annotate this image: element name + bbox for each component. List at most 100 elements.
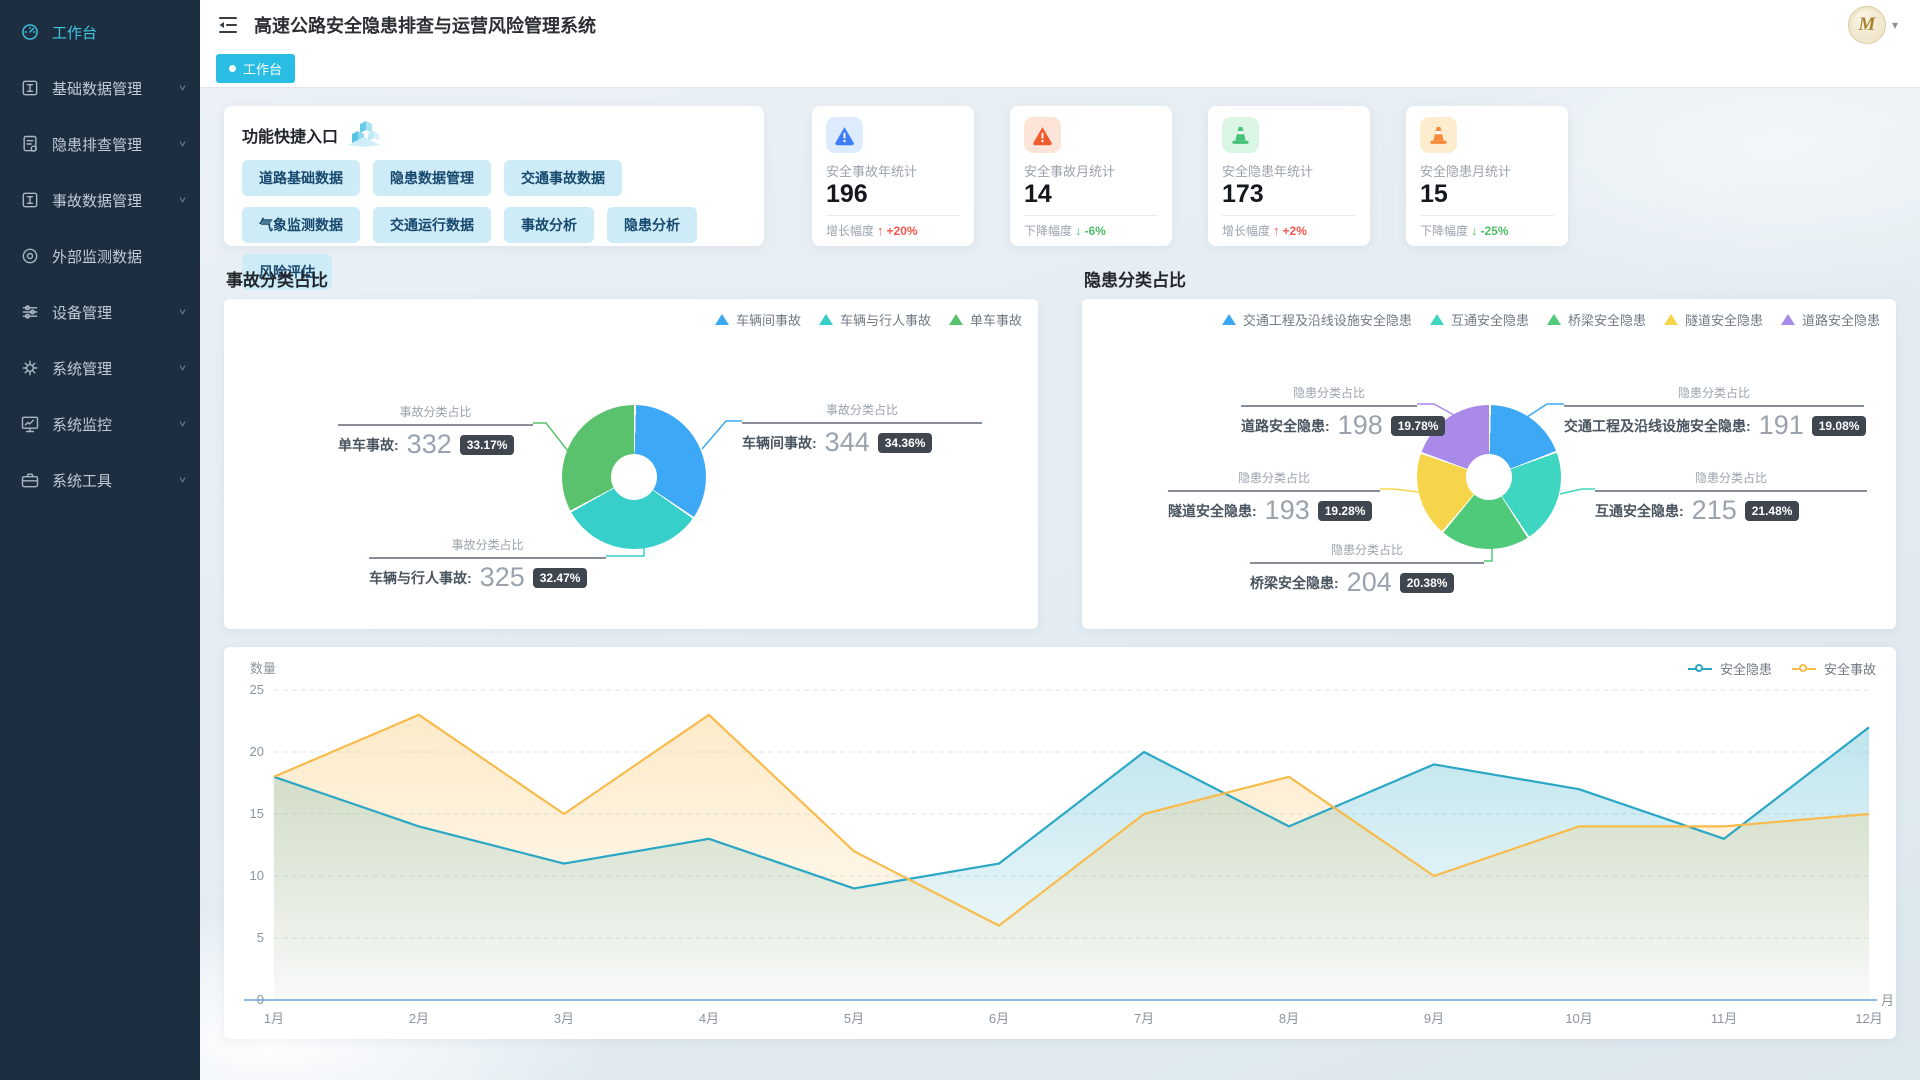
user-avatar[interactable]: M [1848,6,1886,44]
callout-title: 隐患分类占比 [1168,469,1380,490]
callout-percent-badge: 20.38% [1400,573,1455,593]
traffic-cone-icon [1222,117,1259,153]
callout-rule [1250,562,1484,564]
legend-item[interactable]: 单车事故 [949,310,1022,329]
tab-workbench[interactable]: 工作台 [216,54,295,83]
sidebar-item-7[interactable]: 系统管理˅ [0,340,200,396]
pie-callout: 隐患分类占比交通工程及沿线设施安全隐患:19119.08% [1564,384,1864,441]
chevron-down-icon: ˅ [179,139,186,150]
callout-name: 交通工程及沿线设施安全隐患: [1564,416,1751,436]
stat-card-label: 安全隐患月统计 [1420,161,1554,180]
stat-card-value: 173 [1222,180,1356,209]
sidebar-item-8[interactable]: 系统监控˅ [0,396,200,452]
callout-main: 隧道安全隐患:19319.28% [1168,495,1380,526]
quick-button-7[interactable]: 隐患分析 [607,207,697,243]
sidebar-item-6[interactable]: 设备管理˅ [0,284,200,340]
warning-triangle-icon [1024,117,1061,153]
quick-button-5[interactable]: 交通运行数据 [373,207,491,243]
legend-label: 安全隐患 [1720,659,1772,678]
legend-label: 车辆间事故 [736,310,801,329]
arrow-down-icon: ↓ [1471,223,1478,238]
quick-button-6[interactable]: 事故分析 [504,207,594,243]
callout-name: 桥梁安全隐患: [1250,573,1339,593]
chevron-down-icon[interactable]: ▾ [1892,18,1898,32]
stat-card-label: 安全隐患年统计 [1222,161,1356,180]
callout-name: 隧道安全隐患: [1168,501,1257,521]
callout-title: 事故分类占比 [742,401,982,422]
hazard-pie-panel: 交通工程及沿线设施安全隐患互通安全隐患桥梁安全隐患隧道安全隐患 道路安全隐患隐患分… [1082,299,1896,629]
callout-name: 车辆间事故: [742,433,817,453]
sidebar-item-5[interactable]: 外部监测数据 [0,228,200,284]
line-chart-legend: 安全隐患 安全事故 [1688,659,1876,678]
callout-name: 道路安全隐患: [1241,416,1330,436]
sidebar-item-2[interactable]: 基础数据管理˅ [0,60,200,116]
legend-item[interactable]: 道路安全隐患 [1781,310,1880,329]
callout-percent-badge: 21.48% [1745,501,1800,521]
stat-card-trend: 下降幅度↓-6% [1024,222,1158,239]
pie-donut[interactable] [562,405,706,549]
legend-item[interactable]: 车辆与行人事故 [819,310,931,329]
callout-title: 事故分类占比 [369,536,606,557]
dashboard-icon [20,22,40,42]
sidebar-item-1[interactable]: 工作台 [0,4,200,60]
quick-button-3[interactable]: 交通事故数据 [504,160,622,196]
menu-fold-icon[interactable] [216,13,240,37]
legend-label: 道路安全隐患 [1802,310,1880,329]
legend-item[interactable]: 安全事故 [1792,659,1876,678]
legend-item[interactable]: 车辆间事故 [715,310,801,329]
legend-item[interactable]: 隧道安全隐患 [1664,310,1763,329]
chevron-down-icon: ˅ [179,195,186,206]
svg-text:8月: 8月 [1279,1011,1299,1026]
legend-item[interactable]: 互通安全隐患 [1430,310,1529,329]
callout-value: 332 [407,429,452,460]
svg-text:1月: 1月 [264,1011,284,1026]
svg-text:10: 10 [250,868,264,883]
legend-label: 车辆与行人事故 [840,310,931,329]
quick-entry-title: 功能快捷入口 [242,123,338,147]
accident-pie-panel: 车辆间事故车辆与行人事故单车事故事故分类占比车辆间事故:34434.36%事故分… [224,299,1038,629]
pie-callout: 隐患分类占比隧道安全隐患:19319.28% [1168,469,1380,526]
callout-rule [1595,490,1867,492]
app-root: 工作台基础数据管理˅隐患排查管理˅事故数据管理˅外部监测数据设备管理˅系统管理˅… [0,0,1920,1080]
svg-text:月: 月 [1881,993,1894,1008]
hazard-pie-title: 隐患分类占比 [1084,266,1896,291]
svg-text:数量: 数量 [250,661,276,676]
svg-text:5月: 5月 [844,1011,864,1026]
stat-card-4: 安全隐患月统计15下降幅度↓-25% [1406,106,1568,246]
legend-item[interactable]: 安全隐患 [1688,659,1772,678]
quick-button-4[interactable]: 气象监测数据 [242,207,360,243]
svg-text:5: 5 [257,930,264,945]
chevron-down-icon: ˅ [179,475,186,486]
svg-text:7月: 7月 [1134,1011,1154,1026]
pie-callout: 事故分类占比车辆间事故:34434.36% [742,401,982,458]
toolbox-icon [20,470,40,490]
sidebar-item-9[interactable]: 系统工具˅ [0,452,200,508]
arrow-down-icon: ↓ [1075,223,1082,238]
pie-callout: 隐患分类占比桥梁安全隐患:20420.38% [1250,541,1484,598]
trend-value: -6% [1085,224,1106,238]
sidebar-item-3[interactable]: 隐患排查管理˅ [0,116,200,172]
quick-entry-panel: 功能快捷入口 道路基础数据隐患数据管理交通事故数据气象监测数据交通运行数据事故分… [224,106,764,246]
app-title: 高速公路安全隐患排查与运营风险管理系统 [254,12,596,38]
hazard-doc-icon [20,134,40,154]
legend-triangle-icon [1430,314,1444,325]
callout-value: 198 [1338,410,1383,441]
traffic-cone-icon [1420,117,1457,153]
line-circle-marker-icon [1688,668,1712,670]
legend-item[interactable]: 交通工程及沿线设施安全隐患 [1222,310,1412,329]
legend-triangle-icon [715,314,729,325]
sidebar-item-label: 基础数据管理 [52,78,142,99]
callout-rule [338,424,533,426]
callout-main: 交通工程及沿线设施安全隐患:19119.08% [1564,410,1864,441]
legend-item[interactable]: 桥梁安全隐患 [1547,310,1646,329]
accident-pie-title: 事故分类占比 [226,266,1038,291]
arrow-up-icon: ↑ [877,223,884,238]
quick-button-2[interactable]: 隐患数据管理 [373,160,491,196]
callout-rule [1564,405,1864,407]
data-board-icon [20,78,40,98]
sidebar-item-4[interactable]: 事故数据管理˅ [0,172,200,228]
quick-button-1[interactable]: 道路基础数据 [242,160,360,196]
trend-label: 下降幅度 [1420,222,1468,239]
sidebar: 工作台基础数据管理˅隐患排查管理˅事故数据管理˅外部监测数据设备管理˅系统管理˅… [0,0,200,1080]
gear-icon [20,358,40,378]
